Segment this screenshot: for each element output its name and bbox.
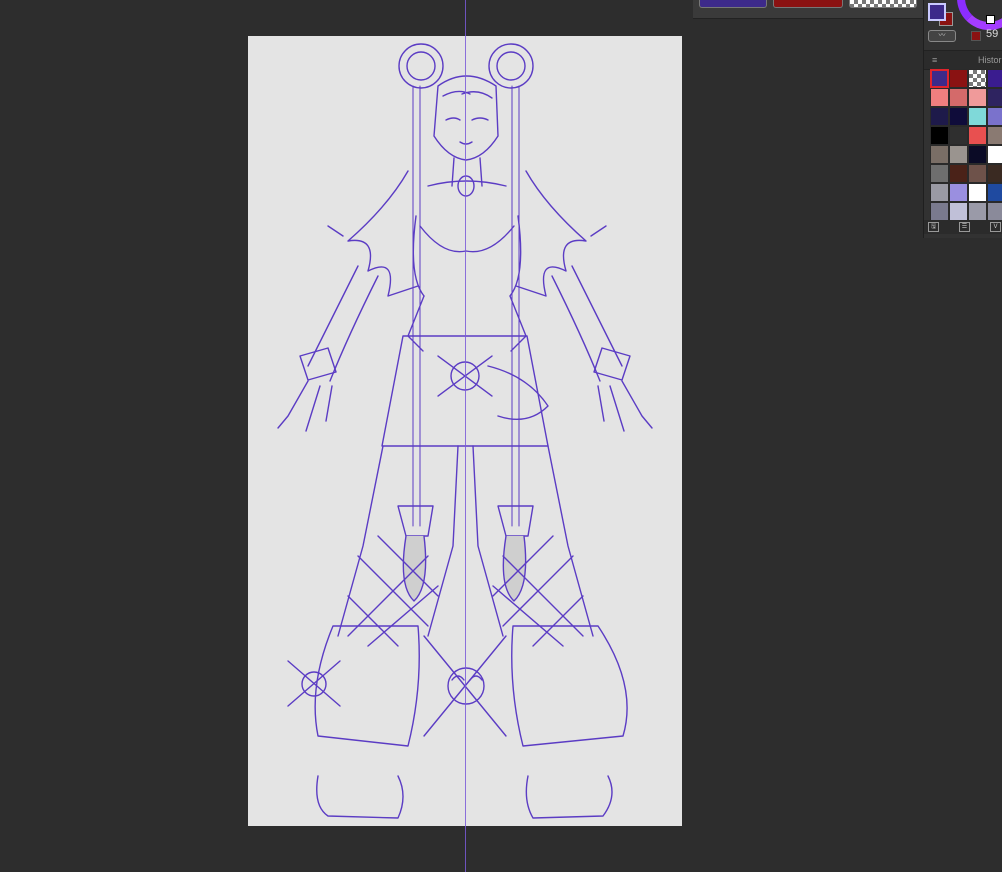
palette-swatch[interactable]: [987, 88, 1002, 107]
palette-swatch[interactable]: [987, 202, 1002, 221]
palette-footer: 🖫 ☰ V: [924, 220, 1002, 234]
palette-swatch[interactable]: [930, 107, 949, 126]
palette-swatch[interactable]: [930, 145, 949, 164]
panel-menu-icon[interactable]: ≡: [932, 55, 937, 65]
palette-swatch[interactable]: [949, 126, 968, 145]
top-swatch-red[interactable]: [773, 0, 843, 8]
mode-toggle-button[interactable]: 〰: [928, 30, 956, 42]
palette-swatch[interactable]: [949, 88, 968, 107]
foreground-color-swatch[interactable]: [928, 3, 946, 21]
palette-swatch[interactable]: [968, 145, 987, 164]
palette-swatch[interactable]: [987, 126, 1002, 145]
menu-icon[interactable]: V: [990, 222, 1001, 232]
palette-swatch[interactable]: [930, 126, 949, 145]
top-swatch-purple[interactable]: [699, 0, 767, 8]
load-icon[interactable]: ☰: [959, 222, 970, 232]
palette-swatch[interactable]: [968, 69, 987, 88]
opacity-color-chip: [971, 31, 981, 41]
palette-swatch[interactable]: [968, 164, 987, 183]
palette-swatch[interactable]: [968, 183, 987, 202]
opacity-value[interactable]: 59: [986, 28, 998, 40]
palette-swatch[interactable]: [949, 145, 968, 164]
top-swatch-transparent[interactable]: [849, 0, 917, 8]
palette-swatch[interactable]: [987, 145, 1002, 164]
palette-panel-header: ≡ Histor: [924, 50, 1002, 70]
tab-history[interactable]: Histor: [978, 55, 1002, 65]
palette-swatch[interactable]: [930, 183, 949, 202]
palette-swatch[interactable]: [949, 183, 968, 202]
palette-swatch[interactable]: [949, 107, 968, 126]
palette-swatch[interactable]: [930, 202, 949, 221]
color-wheel-marker[interactable]: [986, 15, 995, 24]
palette-swatch[interactable]: [930, 164, 949, 183]
symmetry-guide: [465, 0, 466, 872]
palette-swatch[interactable]: [987, 69, 1002, 88]
palette-swatch[interactable]: [930, 88, 949, 107]
palette-swatch[interactable]: [987, 183, 1002, 202]
palette-swatch[interactable]: [949, 164, 968, 183]
palette-swatch[interactable]: [987, 107, 1002, 126]
palette-swatch[interactable]: [949, 69, 968, 88]
palette-swatch[interactable]: [930, 69, 949, 88]
top-swatch-bar: [693, 0, 923, 19]
palette-swatch-grid: [930, 69, 1002, 221]
color-wheel[interactable]: [957, 0, 1002, 30]
palette-swatch[interactable]: [949, 202, 968, 221]
palette-swatch[interactable]: [987, 164, 1002, 183]
palette-swatch[interactable]: [968, 126, 987, 145]
color-panel: 〰 59 ≡ Histor 🖫 ☰ V: [923, 0, 1002, 238]
save-icon[interactable]: 🖫: [928, 222, 939, 232]
palette-swatch[interactable]: [968, 107, 987, 126]
palette-swatch[interactable]: [968, 88, 987, 107]
palette-swatch[interactable]: [968, 202, 987, 221]
